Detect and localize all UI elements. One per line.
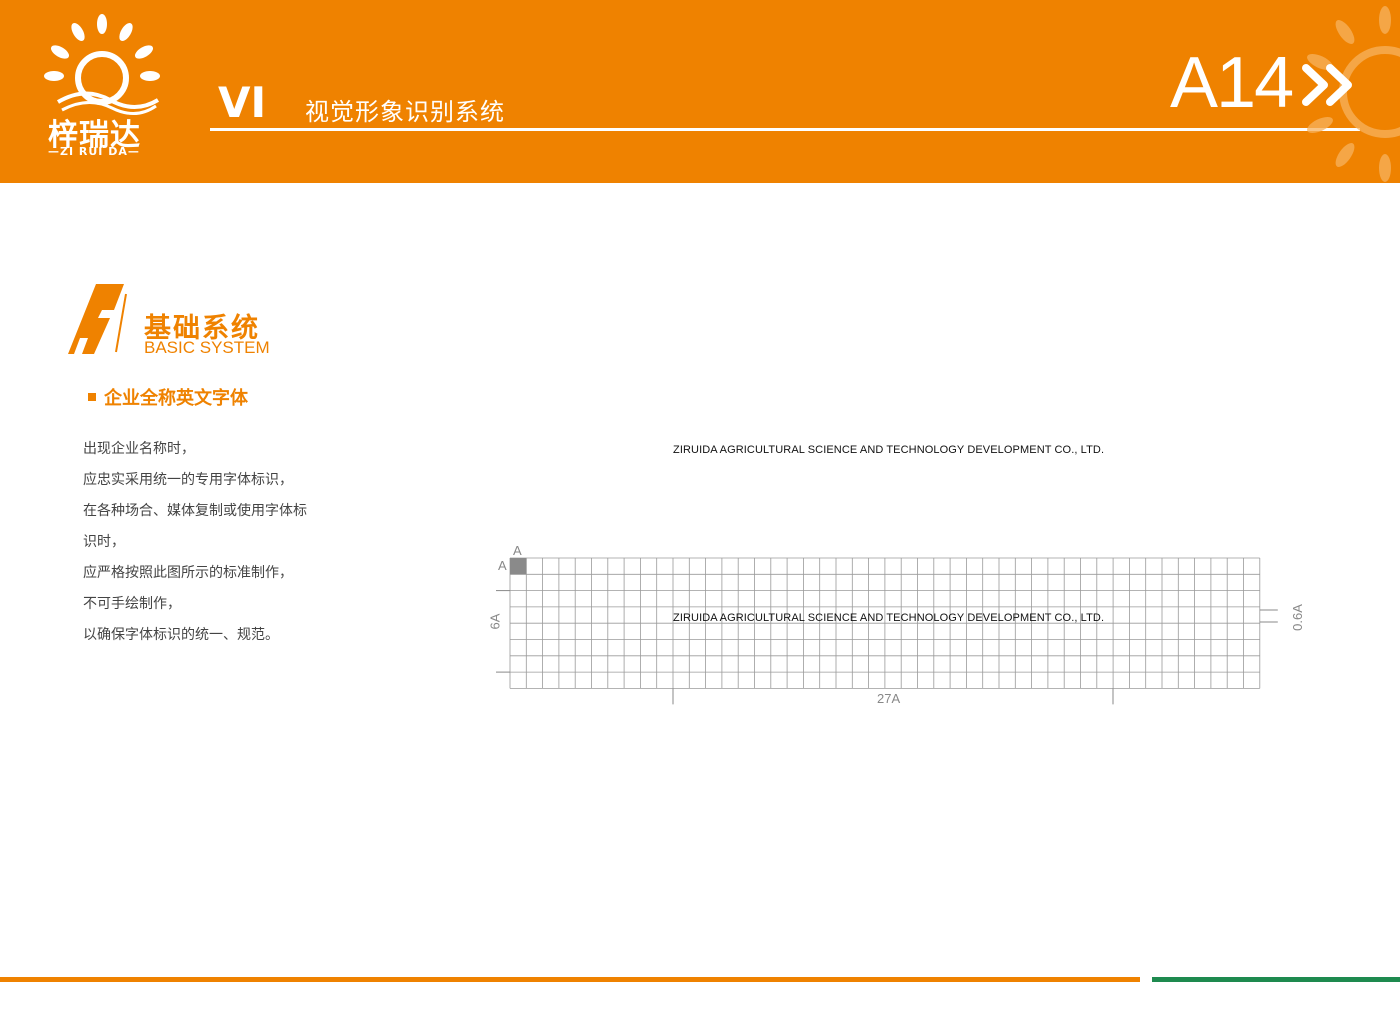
description-line: 出现企业名称时，	[83, 441, 195, 457]
description-block: 出现企业名称时， 应忠实采用统一的专用字体标识， 在各种场合、媒体复制或使用字体…	[83, 434, 363, 651]
chevron-right-icon	[1302, 64, 1352, 106]
page-number: A14	[1170, 43, 1294, 123]
unit-label-left: A	[498, 558, 507, 573]
description-line: 以确保字体标识的统一、规范。	[83, 627, 279, 643]
description-line: 识时，	[83, 534, 125, 550]
header-bar: 梓瑞达 —ZI RUI DA— VI 视觉形象识别系统 A14	[0, 0, 1400, 183]
bullet-square-icon	[88, 393, 96, 401]
width-label: 27A	[877, 691, 901, 706]
company-name-on-grid: ZIRUIDA AGRICULTURAL SCIENCE AND TECHNOL…	[673, 612, 1105, 624]
subsection-title: 企业全称英文字体	[104, 388, 248, 409]
description-line: 不可手绘制作，	[83, 596, 181, 612]
section-title-en: BASIC SYSTEM	[144, 338, 270, 357]
vi-subtitle: 视觉形象识别系统	[305, 98, 505, 126]
construction-grid	[496, 557, 1278, 705]
header-divider	[210, 128, 1360, 131]
letter-height-label: 0.6A	[1289, 604, 1305, 631]
description-line: 在各种场合、媒体复制或使用字体标	[83, 503, 307, 519]
unit-label-top: A	[513, 543, 522, 558]
footer-orange-bar	[0, 977, 1140, 982]
section-letter-a-icon	[68, 284, 127, 354]
logo-english-name: —ZI RUI DA—	[48, 145, 140, 158]
footer-green-bar	[1152, 977, 1400, 982]
vi-label: VI	[218, 78, 267, 127]
description-line: 应忠实采用统一的专用字体标识，	[83, 472, 293, 488]
description-line: 应严格按照此图所示的标准制作，	[83, 565, 293, 581]
company-name-specimen: ZIRUIDA AGRICULTURAL SCIENCE AND TECHNOL…	[673, 444, 1105, 456]
unit-cell	[510, 558, 527, 575]
height-label: 6A	[487, 613, 503, 630]
